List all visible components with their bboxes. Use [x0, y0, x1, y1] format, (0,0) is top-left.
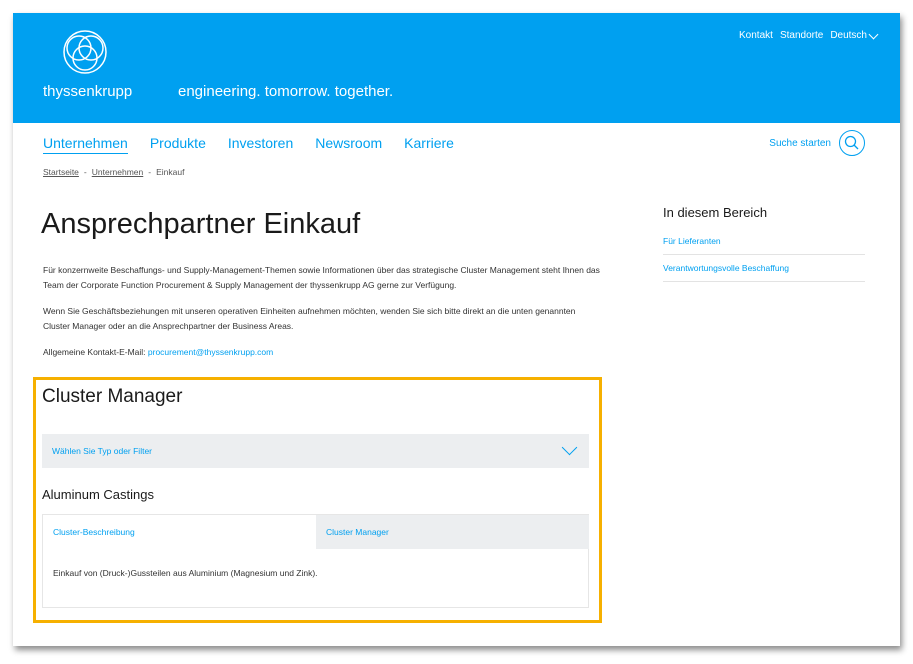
contact-link[interactable]: Kontakt: [739, 30, 773, 41]
locations-link[interactable]: Standorte: [780, 30, 823, 41]
cluster-manager-title: Cluster Manager: [42, 386, 183, 407]
cluster-tabs: Cluster-Beschreibung Cluster Manager Ein…: [42, 514, 589, 608]
contact-line: Allgemeine Kontakt-E-Mail: procurement@t…: [43, 345, 603, 360]
nav-item-unternehmen[interactable]: Unternehmen: [43, 135, 128, 154]
logo-rings-icon: [63, 30, 107, 74]
breadcrumb-separator: -: [148, 167, 152, 177]
cluster-category-title: Aluminum Castings: [42, 487, 154, 502]
breadcrumb: Startseite - Unternehmen - Einkauf: [43, 167, 184, 177]
breadcrumb-separator: -: [83, 167, 87, 177]
utility-nav: Kontakt Standorte Deutsch: [739, 29, 879, 41]
cluster-description: Einkauf von (Druck-)Gussteilen aus Alumi…: [53, 568, 318, 578]
tab-cluster-manager[interactable]: Cluster Manager: [316, 515, 589, 549]
breadcrumb-unternehmen[interactable]: Unternehmen: [92, 167, 144, 177]
sidebar-item-lieferanten[interactable]: Für Lieferanten: [663, 228, 865, 255]
search-button[interactable]: Suche starten: [769, 130, 865, 156]
filter-dropdown[interactable]: Wählen Sie Typ oder Filter: [42, 434, 589, 468]
tab-label: Cluster Manager: [326, 527, 389, 537]
nav-item-karriere[interactable]: Karriere: [404, 135, 454, 154]
main-nav: Unternehmen Produkte Investoren Newsroom…: [43, 135, 454, 154]
nav-item-newsroom[interactable]: Newsroom: [315, 135, 382, 154]
sidebar-item-beschaffung[interactable]: Verantwortungsvolle Beschaffung: [663, 255, 865, 282]
language-label: Deutsch: [830, 30, 867, 41]
top-header: thyssenkrupp engineering. tomorrow. toge…: [13, 13, 900, 123]
breadcrumb-current: Einkauf: [156, 167, 185, 177]
brand-name: thyssenkrupp: [43, 83, 133, 100]
nav-item-investoren[interactable]: Investoren: [228, 135, 293, 154]
filter-placeholder: Wählen Sie Typ oder Filter: [52, 446, 152, 456]
contact-label: Allgemeine Kontakt-E-Mail:: [43, 347, 146, 357]
search-icon: [839, 130, 865, 156]
tab-label: Cluster-Beschreibung: [53, 527, 135, 537]
tab-cluster-beschreibung[interactable]: Cluster-Beschreibung: [43, 515, 316, 549]
page-title: Ansprechpartner Einkauf: [41, 208, 361, 240]
browser-page: thyssenkrupp engineering. tomorrow. toge…: [13, 13, 900, 646]
intro-paragraph: Für konzernweite Beschaffungs- und Suppl…: [43, 265, 600, 290]
search-label: Suche starten: [769, 137, 831, 149]
sidebar: In diesem Bereich Für Lieferanten Verant…: [663, 205, 865, 282]
sidebar-title: In diesem Bereich: [663, 205, 768, 220]
business-paragraph: Wenn Sie Geschäftsbeziehungen mit unsere…: [43, 306, 576, 331]
nav-item-produkte[interactable]: Produkte: [150, 135, 206, 154]
chevron-down-icon: [868, 29, 879, 40]
language-select[interactable]: Deutsch: [830, 29, 879, 41]
thyssenkrupp-logo[interactable]: [43, 28, 143, 118]
contact-email-link[interactable]: procurement@thyssenkrupp.com: [148, 347, 273, 357]
breadcrumb-home[interactable]: Startseite: [43, 167, 79, 177]
brand-slogan: engineering. tomorrow. together.: [178, 83, 394, 100]
chevron-down-icon: [561, 439, 578, 456]
